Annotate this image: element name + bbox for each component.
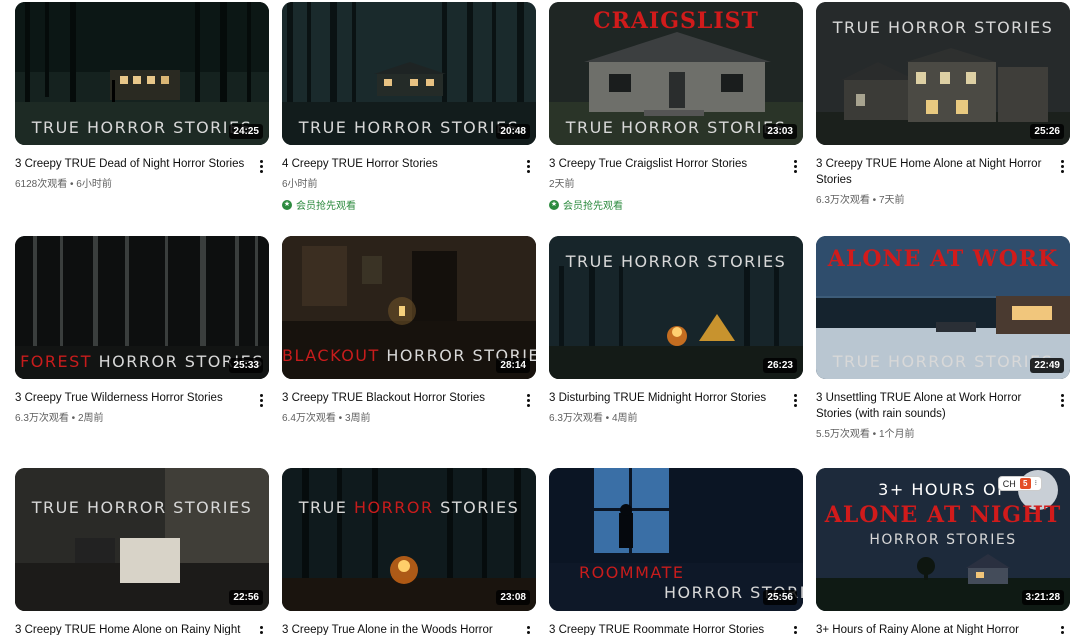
duration-badge: 23:03 — [763, 124, 797, 139]
more-options-icon[interactable] — [787, 156, 803, 176]
video-stats: 5.5万次观看 • 1个月前 — [816, 429, 915, 440]
video-meta: 3 Creepy TRUE Home Alone on Rainy Night — [15, 622, 269, 635]
video-thumbnail[interactable]: TRUE HORROR STORIES 22:56 — [15, 468, 269, 611]
video-meta: 3 Unsettling TRUE Alone at Work Horror S… — [816, 390, 1070, 442]
video-meta: 3 Creepy True Alone in the Woods Horror — [282, 622, 536, 635]
video-meta: 3 Creepy TRUE Roommate Horror Stories — [549, 622, 803, 635]
video-title[interactable]: 3 Creepy TRUE Roommate Horror Stories — [549, 622, 781, 635]
video-stats: 2天前 — [549, 179, 575, 190]
video-title[interactable]: 3 Creepy TRUE Home Alone at Night Horror… — [816, 156, 1048, 188]
video-title[interactable]: 3 Creepy TRUE Blackout Horror Stories — [282, 390, 514, 406]
video-card[interactable]: TRUE HORROR STORIES 24:25 3 Creepy TRUE … — [15, 2, 269, 192]
video-thumbnail[interactable]: ALONE AT WORK TRUE HORROR STORIES 22:49 — [816, 236, 1070, 379]
video-stats: 6.3万次观看 • 7天前 — [816, 195, 905, 206]
video-title[interactable]: 3 Creepy TRUE Home Alone on Rainy Night — [15, 622, 247, 635]
video-card[interactable]: ALONE AT WORK TRUE HORROR STORIES 22:49 … — [816, 236, 1070, 442]
video-card[interactable]: ROOMMATE HORROR STORIES 25:56 3 Creepy T… — [549, 468, 803, 635]
video-title[interactable]: 3+ Hours of Rainy Alone at Night Horror — [816, 622, 1048, 635]
video-title[interactable]: 3 Creepy True Wilderness Horror Stories — [15, 390, 247, 406]
more-options-icon[interactable] — [520, 390, 536, 410]
more-options-icon[interactable] — [787, 390, 803, 410]
video-thumbnail[interactable]: TRUE HORROR STORIES 25:26 — [816, 2, 1070, 145]
video-title[interactable]: 3 Creepy True Alone in the Woods Horror — [282, 622, 514, 635]
video-card[interactable]: TRUE HORROR STORIES 20:48 4 Creepy TRUE … — [282, 2, 536, 212]
duration-badge: 25:33 — [229, 358, 263, 373]
duration-badge: 28:14 — [496, 358, 530, 373]
html5-icon: 5 — [1019, 478, 1031, 489]
video-stats: 6.3万次观看 • 2周前 — [15, 413, 104, 424]
video-meta: 3 Creepy TRUE Blackout Horror Stories 6.… — [282, 390, 536, 426]
more-options-icon[interactable] — [1054, 156, 1070, 176]
more-options-icon[interactable] — [253, 390, 269, 410]
language-widget[interactable]: CH 5 ⁝ — [997, 476, 1042, 491]
more-options-icon[interactable] — [1054, 622, 1070, 635]
video-meta: 3 Creepy True Craigslist Horror Stories … — [549, 156, 803, 212]
video-title[interactable]: 4 Creepy TRUE Horror Stories — [282, 156, 514, 172]
video-meta: 3 Creepy TRUE Home Alone at Night Horror… — [816, 156, 1070, 208]
video-thumbnail[interactable]: TRUE HORROR STORIES 26:23 — [549, 236, 803, 379]
more-options-icon[interactable] — [520, 622, 536, 635]
video-thumbnail[interactable]: FOREST HORROR STORIES 25:33 — [15, 236, 269, 379]
video-meta: 4 Creepy TRUE Horror Stories 6小时前 ★ 会员抢先… — [282, 156, 536, 212]
members-badge-label: 会员抢先观看 — [296, 201, 356, 212]
more-options-icon[interactable] — [253, 622, 269, 635]
duration-badge: 26:23 — [763, 358, 797, 373]
video-thumbnail[interactable]: ROOMMATE HORROR STORIES 25:56 — [549, 468, 803, 611]
duration-badge: 23:08 — [496, 590, 530, 605]
members-first-badge: ★ 会员抢先观看 — [282, 197, 514, 212]
members-badge-label: 会员抢先观看 — [563, 201, 623, 212]
video-card[interactable]: TRUE HORROR STORIES 25:26 3 Creepy TRUE … — [816, 2, 1070, 208]
video-title[interactable]: 3 Disturbing TRUE Midnight Horror Storie… — [549, 390, 781, 406]
video-title[interactable]: 3 Creepy True Craigslist Horror Stories — [549, 156, 781, 172]
members-first-badge: ★ 会员抢先观看 — [549, 197, 781, 212]
video-stats: 6128次观看 • 6小时前 — [15, 179, 112, 190]
video-thumbnail[interactable]: BLACKOUT HORROR STORIES 28:14 — [282, 236, 536, 379]
arrows-icon: ⁝ — [1034, 480, 1037, 487]
video-card[interactable]: TRUE HORROR STORIES 22:56 3 Creepy TRUE … — [15, 468, 269, 635]
video-meta: 3 Creepy True Wilderness Horror Stories … — [15, 390, 269, 426]
video-stats: 6.4万次观看 • 3周前 — [282, 413, 371, 424]
video-stats: 6小时前 — [282, 179, 318, 190]
video-grid: TRUE HORROR STORIES 24:25 3 Creepy TRUE … — [0, 0, 1080, 635]
more-options-icon[interactable] — [1054, 390, 1070, 410]
members-icon: ★ — [549, 199, 559, 210]
video-thumbnail[interactable]: 3+ HOURS OF ALONE AT NIGHT HORROR STORIE… — [816, 468, 1070, 611]
more-options-icon[interactable] — [253, 156, 269, 176]
video-thumbnail[interactable]: TRUE HORROR STORIES 20:48 — [282, 2, 536, 145]
duration-badge: 22:56 — [229, 590, 263, 605]
video-card[interactable]: TRUE HORROR STORIES 23:08 3 Creepy True … — [282, 468, 536, 635]
video-meta: 3 Disturbing TRUE Midnight Horror Storie… — [549, 390, 803, 426]
duration-badge: 20:48 — [496, 124, 530, 139]
more-options-icon[interactable] — [520, 156, 536, 176]
duration-badge: 24:25 — [229, 124, 263, 139]
video-title[interactable]: 3 Creepy TRUE Dead of Night Horror Stori… — [15, 156, 247, 172]
video-meta: 3+ Hours of Rainy Alone at Night Horror — [816, 622, 1070, 635]
video-card[interactable]: 3+ HOURS OF ALONE AT NIGHT HORROR STORIE… — [816, 468, 1070, 635]
members-icon: ★ — [282, 199, 292, 210]
video-title[interactable]: 3 Unsettling TRUE Alone at Work Horror S… — [816, 390, 1048, 422]
video-thumbnail[interactable]: CRAIGSLIST TRUE HORROR STORIES 23:03 — [549, 2, 803, 145]
video-card[interactable]: FOREST HORROR STORIES 25:33 3 Creepy Tru… — [15, 236, 269, 426]
video-card[interactable]: CRAIGSLIST TRUE HORROR STORIES 23:03 3 C… — [549, 2, 803, 212]
video-thumbnail[interactable]: TRUE HORROR STORIES 23:08 — [282, 468, 536, 611]
duration-badge: 22:49 — [1030, 358, 1064, 373]
video-card[interactable]: BLACKOUT HORROR STORIES 28:14 3 Creepy T… — [282, 236, 536, 426]
language-widget-label: CH — [1002, 478, 1016, 489]
video-card[interactable]: TRUE HORROR STORIES 26:23 3 Disturbing T… — [549, 236, 803, 426]
duration-badge: 25:56 — [763, 590, 797, 605]
video-meta: 3 Creepy TRUE Dead of Night Horror Stori… — [15, 156, 269, 192]
video-stats: 6.3万次观看 • 4周前 — [549, 413, 638, 424]
duration-badge: 25:26 — [1030, 124, 1064, 139]
video-thumbnail[interactable]: TRUE HORROR STORIES 24:25 — [15, 2, 269, 145]
more-options-icon[interactable] — [787, 622, 803, 635]
duration-badge: 3:21:28 — [1021, 590, 1064, 605]
